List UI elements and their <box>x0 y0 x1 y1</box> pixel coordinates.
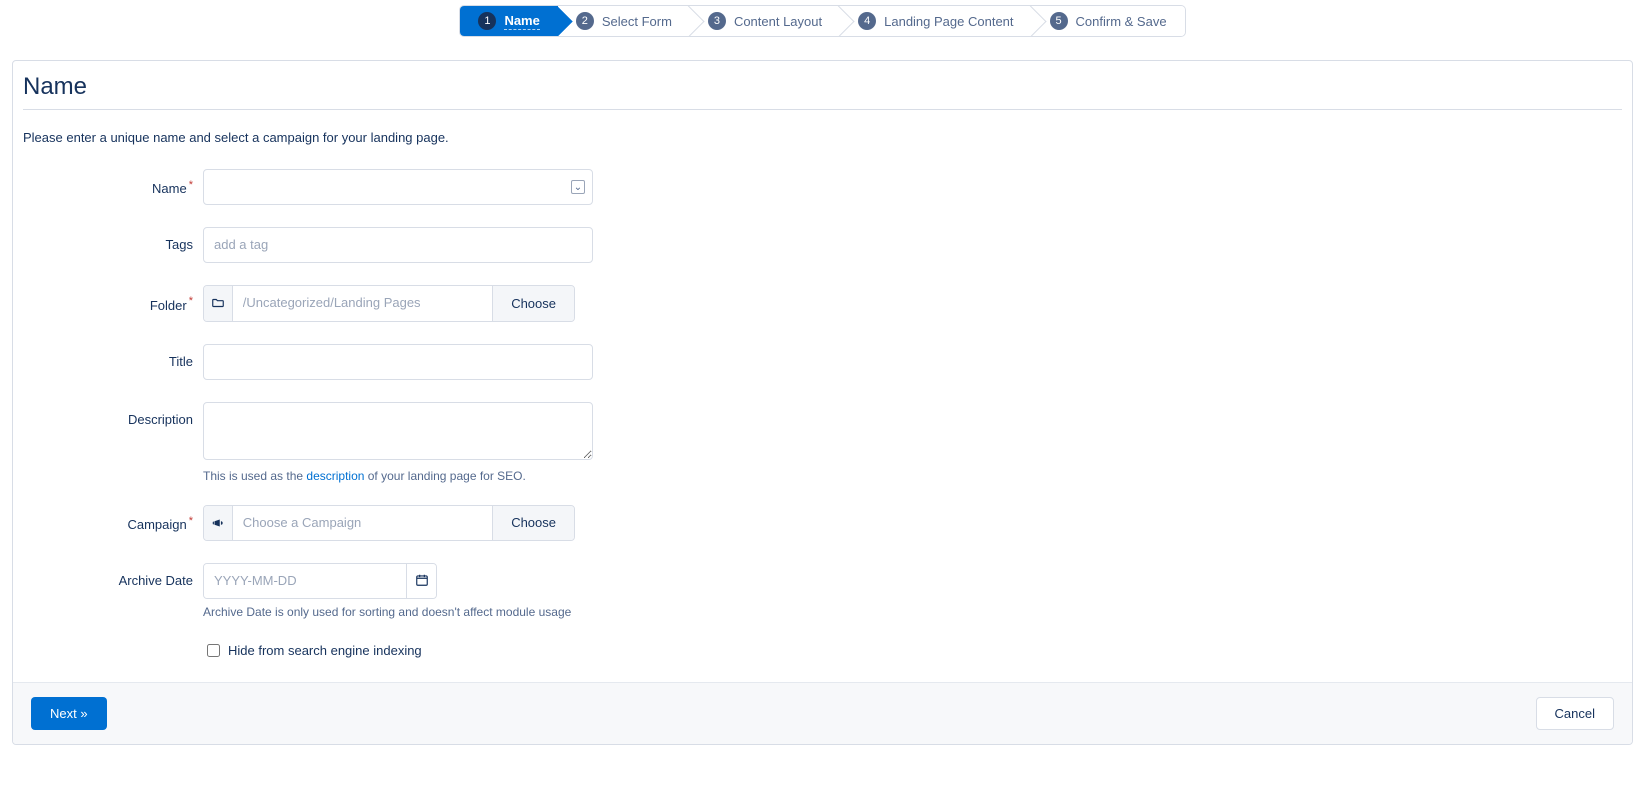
folder-choose-button[interactable]: Choose <box>492 286 574 320</box>
archive-helper: Archive Date is only used for sorting an… <box>203 605 571 619</box>
description-link[interactable]: description <box>306 469 364 483</box>
panel-footer: Next » Cancel <box>13 682 1632 744</box>
row-description: Description This is used as the descript… <box>23 402 1622 483</box>
label-tags: Tags <box>23 227 203 252</box>
label-description: Description <box>23 402 203 427</box>
wizard-step-label: Landing Page Content <box>884 14 1013 29</box>
wizard-step-number: 5 <box>1050 12 1068 30</box>
calendar-icon <box>415 573 429 590</box>
label-campaign: Campaign <box>23 505 203 532</box>
page-title: Name <box>23 69 1622 110</box>
label-empty <box>23 641 203 651</box>
folder-group: Choose <box>203 285 575 321</box>
wizard-step-label: Name <box>504 13 539 30</box>
panel: Name Please enter a unique name and sele… <box>12 60 1633 745</box>
row-title: Title <box>23 344 1622 380</box>
megaphone-icon <box>204 506 233 540</box>
label-title: Title <box>23 344 203 369</box>
campaign-group: Choose <box>203 505 575 541</box>
archive-date-group <box>203 563 437 599</box>
row-name: Name ⌄ <box>23 169 1622 205</box>
calendar-button[interactable] <box>406 564 436 598</box>
title-input[interactable] <box>203 344 593 380</box>
wizard-step-landing-page-content[interactable]: 4 Landing Page Content <box>840 6 1031 36</box>
tags-input[interactable] <box>203 227 593 263</box>
wizard-step-number: 4 <box>858 12 876 30</box>
wizard-step-select-form[interactable]: 2 Select Form <box>558 6 690 36</box>
label-name: Name <box>23 169 203 196</box>
hide-index-label: Hide from search engine indexing <box>228 643 422 658</box>
intro-text: Please enter a unique name and select a … <box>23 110 1622 151</box>
panel-inner: Name Please enter a unique name and sele… <box>13 61 1632 660</box>
row-campaign: Campaign Choose <box>23 505 1622 541</box>
wizard-step-label: Content Layout <box>734 14 822 29</box>
wizard-step-number: 3 <box>708 12 726 30</box>
label-archive: Archive Date <box>23 563 203 588</box>
campaign-input[interactable] <box>233 506 492 540</box>
hide-index-checkbox[interactable] <box>207 644 220 657</box>
next-button[interactable]: Next » <box>31 697 107 730</box>
campaign-choose-button[interactable]: Choose <box>492 506 574 540</box>
wizard-step-label: Confirm & Save <box>1076 14 1167 29</box>
wizard-step-label: Select Form <box>602 14 672 29</box>
wizard-step-content-layout[interactable]: 3 Content Layout <box>690 6 840 36</box>
row-hide-index: Hide from search engine indexing <box>23 641 1622 660</box>
row-folder: Folder Choose <box>23 285 1622 321</box>
folder-icon <box>204 286 233 320</box>
name-input[interactable] <box>203 169 593 205</box>
row-archive-date: Archive Date Archi <box>23 563 1622 619</box>
row-tags: Tags <box>23 227 1622 263</box>
hide-index-row[interactable]: Hide from search engine indexing <box>203 641 422 660</box>
cancel-button[interactable]: Cancel <box>1536 697 1614 730</box>
form: Name ⌄ Tags Folder <box>23 169 1622 660</box>
archive-date-input[interactable] <box>204 564 406 598</box>
wizard-step-confirm-save[interactable]: 5 Confirm & Save <box>1032 6 1185 36</box>
wizard-step-name[interactable]: 1 Name <box>460 6 557 36</box>
label-folder: Folder <box>23 285 203 312</box>
description-textarea[interactable] <box>203 402 593 460</box>
folder-input[interactable] <box>233 286 492 320</box>
description-helper: This is used as the description of your … <box>203 469 593 483</box>
wizard-step-number: 2 <box>576 12 594 30</box>
wizard-steps: 1 Name 2 Select Form 3 Content Layout 4 … <box>459 5 1185 37</box>
variable-icon[interactable]: ⌄ <box>571 180 585 194</box>
wizard-bar: 1 Name 2 Select Form 3 Content Layout 4 … <box>0 0 1645 38</box>
wizard-step-number: 1 <box>478 12 496 30</box>
